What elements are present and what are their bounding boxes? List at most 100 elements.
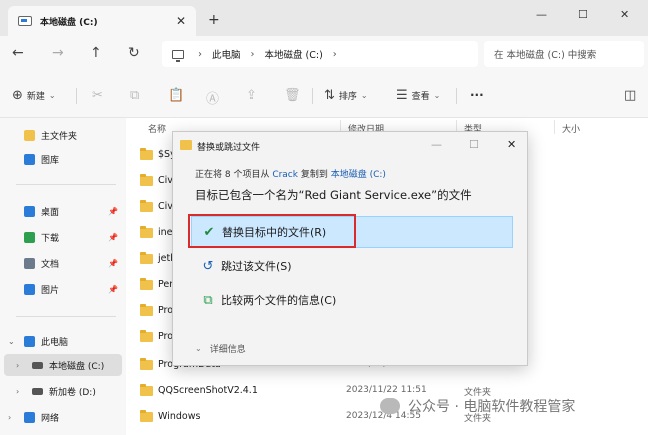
folder-icon [140,358,153,370]
sidebar-item-desktop[interactable]: 桌面 📌 [0,200,126,222]
copy-text-prefix: 正在将 8 个项目从 [195,170,273,180]
breadcrumb-sep: › [198,48,202,60]
pin-icon[interactable]: 📌 [108,259,118,268]
paste-button[interactable]: 📋 [168,88,188,103]
maximize-icon[interactable]: ☐ [469,138,479,151]
copy-button[interactable]: ⧉ [130,88,143,103]
refresh-icon[interactable]: ↻ [128,45,140,61]
conflict-message: 目标已包含一个名为“Red Giant Service.exe”的文件 [195,188,472,202]
destination-link[interactable]: 本地磁盘 (C:) [331,170,386,180]
maximize-icon[interactable]: ☐ [578,8,588,21]
cut-icon: ✂ [92,88,103,103]
file-name: Civ [158,201,173,212]
folder-icon [140,148,153,160]
tab-close-icon[interactable]: ✕ [176,14,186,28]
pin-icon[interactable]: 📌 [108,285,118,294]
divider [312,88,313,104]
tab-local-disk-c[interactable]: 本地磁盘 (C:) ✕ [8,6,196,36]
copy-text-mid: 复制到 [297,170,331,180]
back-icon[interactable]: ← [12,45,24,61]
new-button[interactable]: ⊕ 新建 ⌄ [12,88,56,103]
sidebar-item-pictures[interactable]: 图片 📌 [0,278,126,300]
details-pane-button[interactable]: ◫ [624,88,640,103]
file-name: Pro [158,331,174,342]
drive-c-icon [32,361,43,369]
chevron-right-icon[interactable]: › [16,361,19,370]
skip-file-option[interactable]: ↺ 跳过该文件(S) [191,250,513,282]
rename-button[interactable]: Ⓐ [206,88,223,107]
close-icon[interactable]: ✕ [507,138,516,151]
download-icon [24,231,35,243]
navigation-bar: ← → ↑ ↻ › 此电脑 › 本地磁盘 (C:) › 在 本地磁盘 (C:) … [0,36,648,72]
divider [456,88,457,104]
sidebar-item-label: 本地磁盘 (C:) [49,361,105,372]
home-icon [24,129,35,141]
divider [16,316,116,317]
details-pane-icon: ◫ [624,88,637,103]
sidebar-item-network[interactable]: › 网络 [0,406,126,428]
folder-icon [140,304,153,316]
divider [16,184,116,185]
search-input[interactable]: 在 本地磁盘 (C:) 中搜索 [484,41,644,67]
chevron-down-icon: ⌄ [48,91,56,100]
sidebar-item-local-disk-c[interactable]: › 本地磁盘 (C:) [4,354,122,376]
sidebar-item-drive-d[interactable]: › 新加卷 (D:) [0,380,126,402]
folder-icon [140,384,153,396]
column-header-name[interactable]: 名称 [148,122,166,135]
rename-icon: Ⓐ [206,92,220,107]
forward-icon[interactable]: → [52,45,64,61]
sort-button[interactable]: ⇅ 排序 ⌄ [324,88,368,103]
more-options-button[interactable]: ··· [470,88,484,102]
view-button[interactable]: ☰ 查看 ⌄ [396,88,440,103]
share-button[interactable]: ⇪ [246,88,261,103]
plus-circle-icon: ⊕ [12,88,23,103]
breadcrumb-local-disk[interactable]: 本地磁盘 (C:) [265,47,323,61]
sidebar-item-label: 图片 [41,285,60,296]
view-label: 查看 [411,92,430,102]
source-link[interactable]: Crack [272,170,298,180]
delete-button[interactable]: 🗑 [284,88,305,103]
network-icon [24,411,35,423]
file-name: Civ [158,175,173,186]
drive-icon [18,16,32,26]
up-icon[interactable]: ↑ [90,45,102,61]
more-details-toggle[interactable]: ⌄ 详细信息 [195,342,246,355]
pin-icon[interactable]: 📌 [108,207,118,216]
divider [76,88,77,104]
sidebar-item-label: 图库 [41,155,60,166]
sort-label: 排序 [338,92,357,102]
pin-icon[interactable]: 📌 [108,233,118,242]
column-header-size[interactable]: 大小 [562,122,580,135]
breadcrumb-this-pc[interactable]: 此电脑 [212,47,241,61]
close-window-icon[interactable]: ✕ [620,8,629,21]
chevron-right-icon[interactable]: › [8,413,11,422]
chevron-down-icon[interactable]: ⌄ [8,337,15,346]
watermark: 公众号 · 电脑软件教程管家 [380,396,575,416]
sidebar-item-downloads[interactable]: 下载 📌 [0,226,126,248]
copy-icon: ⧉ [130,88,140,103]
sidebar-item-home[interactable]: 主文件夹 [0,124,126,146]
chevron-right-icon[interactable]: › [16,387,19,396]
cut-button[interactable]: ✂ [92,88,107,103]
file-name: QQScreenShotV2.4.1 [158,385,258,396]
desktop-icon [24,205,35,217]
sidebar-item-label: 桌面 [41,207,60,218]
navigation-pane: 主文件夹 图库 桌面 📌 下载 📌 文档 📌 图片 📌 ⌄ 此电脑 › 本地磁盘… [0,118,126,435]
minimize-icon[interactable]: — [431,138,442,151]
new-tab-icon[interactable]: + [208,12,220,28]
sidebar-item-documents[interactable]: 文档 📌 [0,252,126,274]
sidebar-item-this-pc[interactable]: ⌄ 此电脑 [0,330,126,352]
minimize-icon[interactable]: — [536,8,547,21]
sidebar-item-label: 主文件夹 [41,131,78,142]
address-bar[interactable]: › 此电脑 › 本地磁盘 (C:) › [162,41,478,67]
command-bar: ⊕ 新建 ⌄ ✂ ⧉ 📋 Ⓐ ⇪ 🗑 ⇅ 排序 ⌄ ☰ 查看 ⌄ ··· ◫ [0,72,648,118]
compare-files-option[interactable]: ⧉ 比较两个文件的信息(C) [191,284,513,316]
replace-or-skip-dialog: 替换或跳过文件 — ☐ ✕ 正在将 8 个项目从 Crack 复制到 本地磁盘 … [172,131,528,366]
sidebar-item-label: 新加卷 (D:) [49,387,96,398]
option-label: 跳过该文件(S) [221,260,292,273]
divider [554,120,555,134]
sidebar-item-gallery[interactable]: 图库 [0,148,126,170]
pc-icon [172,49,184,62]
folder-icon [140,252,153,264]
chevron-down-icon: ⌄ [360,91,368,100]
